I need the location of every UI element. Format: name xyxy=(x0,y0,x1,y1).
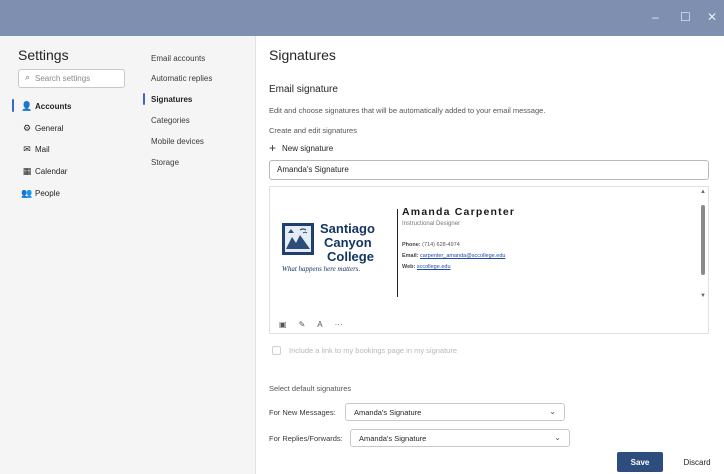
pen-icon[interactable]: ✎ xyxy=(299,320,306,329)
web-label: Web: xyxy=(402,264,416,270)
search-icon: ⌕ xyxy=(25,72,31,82)
settings-title: Settings xyxy=(18,47,69,63)
minimize-button[interactable]: – xyxy=(652,10,659,24)
bookings-label: Include a link to my bookings page in my… xyxy=(289,346,458,355)
new-messages-select[interactable]: Amanda's Signature ⌄ xyxy=(345,403,565,421)
subnav-item-signatures[interactable]: Signatures xyxy=(137,89,255,109)
sidebar-item-label: People xyxy=(35,188,60,198)
logo-line-1: Santiago xyxy=(320,221,375,236)
subnav-item-label: Storage xyxy=(151,157,180,167)
default-signatures-title: Select default signatures xyxy=(269,384,352,393)
subnav-item-label: Mobile devices xyxy=(151,136,204,146)
scroll-down-arrow[interactable]: ▼ xyxy=(700,293,706,299)
phone-value: (714) 628-4974 xyxy=(422,242,460,248)
subnav-item-label: Categories xyxy=(151,115,190,125)
sidebar-item-general[interactable]: ⚙ General xyxy=(0,118,137,138)
signature-web-line: Web: sccollege.edu xyxy=(402,264,451,270)
people-icon: 👥 xyxy=(21,187,33,198)
plus-icon: + xyxy=(269,141,277,155)
signature-name-input[interactable]: Amanda's Signature xyxy=(269,160,709,180)
person-icon: 👤 xyxy=(21,100,33,111)
subnav-item-label: Signatures xyxy=(151,94,193,104)
section-title: Email signature xyxy=(269,84,338,95)
section-description: Edit and choose signatures that will be … xyxy=(269,106,546,115)
phone-label: Phone: xyxy=(402,242,421,248)
email-link[interactable]: carpenter_amanda@sccollege.edu xyxy=(420,253,505,259)
selection-indicator xyxy=(12,99,14,112)
search-input[interactable] xyxy=(35,72,121,85)
college-emblem-icon xyxy=(282,223,314,255)
bookings-option: Include a link to my bookings page in my… xyxy=(272,346,457,355)
subnav-item-label: Automatic replies xyxy=(151,73,213,83)
sidebar-item-label: Calendar xyxy=(35,166,68,176)
page-title: Signatures xyxy=(269,47,336,63)
logo-tagline: What happens here matters. xyxy=(282,265,361,273)
signature-person-name: Amanda Carpenter xyxy=(402,206,516,218)
more-options-icon[interactable]: ··· xyxy=(335,320,343,329)
sidebar-item-calendar[interactable]: ▦ Calendar xyxy=(0,161,137,181)
subnav-item-storage[interactable]: Storage xyxy=(137,152,255,172)
new-signature-label: New signature xyxy=(282,143,334,153)
signature-phone-line: Phone: (714) 628-4974 xyxy=(402,242,460,248)
mail-icon: ✉ xyxy=(23,143,31,154)
web-link[interactable]: sccollege.edu xyxy=(417,264,451,270)
discard-button[interactable]: Discard xyxy=(674,452,720,472)
signatures-panel: Signatures Email signature Edit and choo… xyxy=(256,36,724,474)
accounts-subnav: Email accounts Automatic replies Signatu… xyxy=(137,36,256,474)
new-messages-value: Amanda's Signature xyxy=(354,408,422,417)
subnav-item-automatic-replies[interactable]: Automatic replies xyxy=(137,68,255,88)
calendar-icon: ▦ xyxy=(22,165,32,176)
bookings-checkbox[interactable] xyxy=(272,346,281,355)
search-box[interactable]: ⌕ xyxy=(18,69,125,88)
format-text-icon[interactable]: A xyxy=(317,320,322,329)
title-bar: – ☐ ✕ xyxy=(0,0,724,36)
sidebar-item-people[interactable]: 👥 People xyxy=(0,183,137,203)
logo-line-3: College xyxy=(327,249,374,264)
sidebar-item-label: Mail xyxy=(35,144,50,154)
subnav-item-categories[interactable]: Categories xyxy=(137,110,255,130)
replies-select[interactable]: Amanda's Signature ⌄ xyxy=(350,429,570,447)
save-button[interactable]: Save xyxy=(617,452,663,472)
subnav-item-mobile-devices[interactable]: Mobile devices xyxy=(137,131,255,151)
signature-divider xyxy=(397,209,398,297)
maximize-button[interactable]: ☐ xyxy=(680,10,691,24)
editor-toolbar: ▣ ✎ A ··· xyxy=(279,317,343,331)
settings-sidebar: Settings ⌕ 👤 Accounts ⚙ General ✉ Mail ▦… xyxy=(0,36,137,474)
insert-image-icon[interactable]: ▣ xyxy=(279,320,287,329)
chevron-down-icon: ⌄ xyxy=(549,407,556,416)
scroll-up-arrow[interactable]: ▲ xyxy=(700,189,706,195)
new-signature-button[interactable]: + New signature xyxy=(269,141,334,155)
signature-role: Instructional Designer xyxy=(402,221,461,227)
selection-indicator xyxy=(143,93,145,105)
signature-email-line: Email: carpenter_amanda@sccollege.edu xyxy=(402,253,505,259)
sidebar-item-accounts[interactable]: 👤 Accounts xyxy=(0,96,137,116)
email-label: Email: xyxy=(402,253,419,259)
chevron-down-icon: ⌄ xyxy=(554,433,561,442)
subnav-item-label: Email accounts xyxy=(151,53,206,63)
scrollbar-thumb[interactable] xyxy=(701,205,705,275)
subnav-item-email-accounts[interactable]: Email accounts xyxy=(137,48,255,68)
signature-editor[interactable]: ▲ ▼ Santiago Canyon College What happens… xyxy=(269,186,709,334)
create-edit-label: Create and edit signatures xyxy=(269,126,357,135)
sidebar-item-label: General xyxy=(35,123,64,133)
sidebar-item-mail[interactable]: ✉ Mail xyxy=(0,139,137,159)
new-messages-label: For New Messages: xyxy=(269,408,336,417)
replies-value: Amanda's Signature xyxy=(359,434,427,443)
close-button[interactable]: ✕ xyxy=(707,10,717,24)
replies-label: For Replies/Forwards: xyxy=(269,434,343,443)
sidebar-item-label: Accounts xyxy=(35,101,72,111)
logo-line-2: Canyon xyxy=(324,235,372,250)
gear-icon: ⚙ xyxy=(22,122,32,133)
college-logo: Santiago Canyon College What happens her… xyxy=(282,221,394,279)
